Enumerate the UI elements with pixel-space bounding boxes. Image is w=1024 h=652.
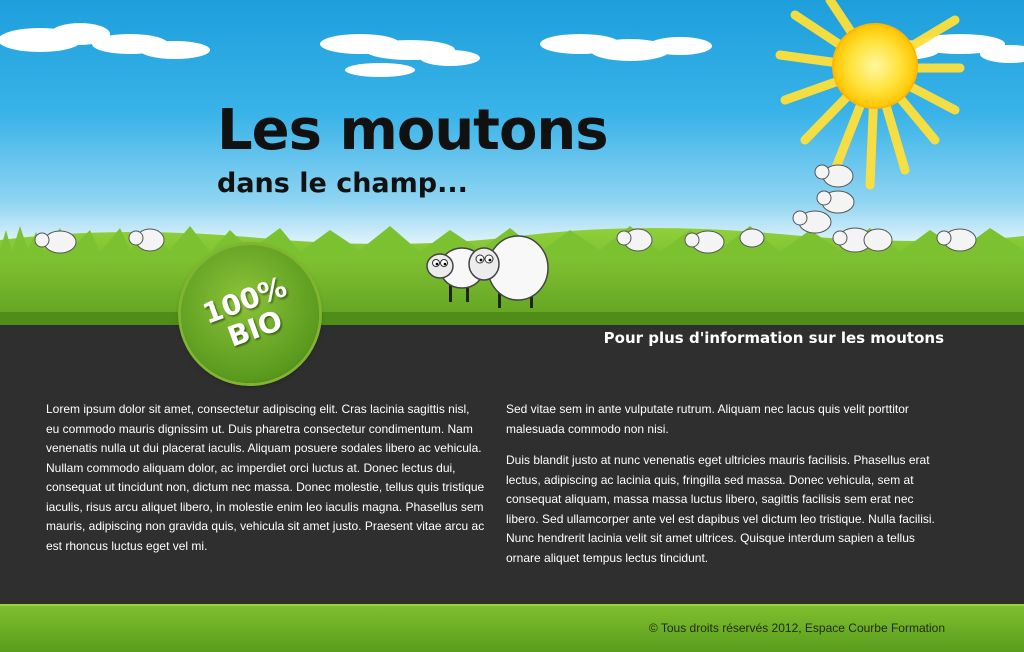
paragraph: Duis blandit justo at nunc venenatis ege… bbox=[506, 453, 935, 565]
content-column-right: Sed vitae sem in ante vulputate rutrum. … bbox=[506, 400, 946, 580]
page-subtitle: dans le champ... bbox=[217, 168, 468, 199]
bio-badge-text: 100% BIO bbox=[175, 263, 325, 367]
bio-badge: 100% BIO bbox=[181, 245, 319, 383]
paragraph: Lorem ipsum dolor sit amet, consectetur … bbox=[46, 402, 485, 553]
more-info-link[interactable]: Pour plus d'information sur les moutons bbox=[604, 329, 944, 347]
footer: © Tous droits réservés 2012, Espace Cour… bbox=[0, 604, 1024, 652]
copyright-text: © Tous droits réservés 2012, Espace Cour… bbox=[648, 621, 945, 635]
paragraph: Sed vitae sem in ante vulputate rutrum. … bbox=[506, 402, 909, 436]
content-column-left: Lorem ipsum dolor sit amet, consectetur … bbox=[46, 400, 486, 568]
hero-banner: Les moutons dans le champ... bbox=[0, 0, 1024, 325]
page-title: Les moutons bbox=[217, 98, 609, 163]
sun-illustration bbox=[775, 0, 965, 190]
